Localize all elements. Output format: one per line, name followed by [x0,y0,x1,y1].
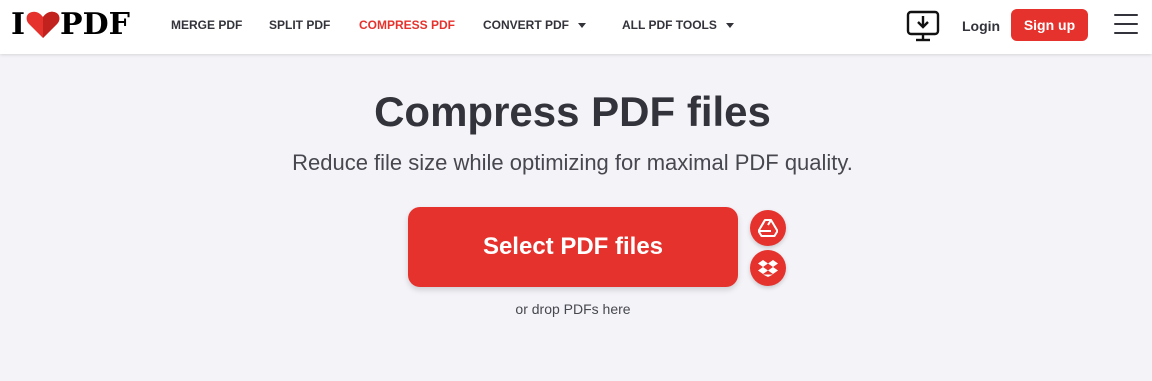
select-pdf-files-button[interactable]: Select PDF files [408,207,738,287]
heart-icon [26,11,60,38]
nav-split-label: SPLIT PDF [269,18,331,32]
chevron-down-icon [578,22,587,28]
page-title: Compress PDF files [374,88,771,135]
logo-suffix: PDF [60,7,130,42]
dropbox-button[interactable] [750,250,786,286]
drop-files-hint: or drop PDFs here [515,301,631,317]
nav-compress-label: COMPRESS PDF [359,18,456,32]
desktop-download-icon[interactable] [906,10,940,42]
chevron-down-icon [725,22,734,28]
hamburger-menu-icon[interactable] [1114,14,1138,36]
ilovepdf-logo[interactable]: I PDF [11,10,130,40]
google-drive-icon [758,219,778,237]
nav-compress-pdf[interactable]: COMPRESS PDF [359,18,455,32]
nav-all-tools-label: ALL PDF TOOLS [622,18,717,32]
nav-all-pdf-tools[interactable]: ALL PDF TOOLS [622,18,734,32]
nav-convert-pdf[interactable]: CONVERT PDF [483,18,587,32]
nav-merge-pdf[interactable]: MERGE PDF [171,18,242,32]
page-subtitle: Reduce file size while optimizing for ma… [292,150,853,175]
nav-merge-label: MERGE PDF [171,18,243,32]
nav-convert-label: CONVERT PDF [483,18,570,32]
google-drive-button[interactable] [750,210,786,246]
login-link[interactable]: Login [962,18,1000,34]
nav-split-pdf[interactable]: SPLIT PDF [269,18,330,32]
signup-button[interactable]: Sign up [1011,9,1088,41]
top-navigation-bar: I PDF MERGE PDF SPLIT PDF COMPRESS PDF C… [0,0,1152,54]
logo-prefix: I [11,7,26,42]
dropbox-icon [758,260,778,277]
